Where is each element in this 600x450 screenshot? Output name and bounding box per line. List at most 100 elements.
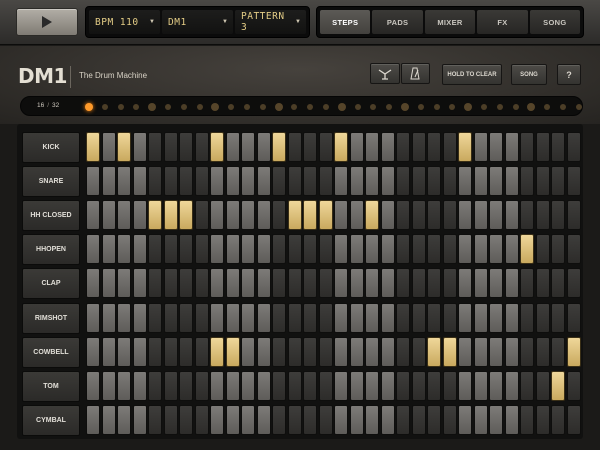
step-button[interactable] [551, 302, 565, 333]
step-button[interactable] [272, 166, 286, 197]
step-button[interactable] [241, 336, 255, 367]
step-button[interactable] [101, 370, 116, 401]
step-button[interactable] [380, 132, 395, 162]
step-button[interactable] [272, 370, 286, 401]
step-button[interactable] [132, 132, 147, 162]
step-button[interactable] [349, 234, 364, 265]
step-button[interactable] [163, 132, 178, 162]
step-button[interactable] [334, 132, 348, 162]
step-button[interactable] [148, 234, 162, 265]
track-label[interactable]: KICK [22, 132, 80, 163]
step-button[interactable] [318, 370, 333, 401]
step-button[interactable] [380, 370, 395, 401]
help-button[interactable]: ? [557, 64, 581, 85]
step-button[interactable] [179, 200, 193, 231]
step-button[interactable] [86, 370, 100, 401]
tab-fx[interactable]: FX [477, 10, 528, 34]
step-button[interactable] [520, 132, 534, 162]
step-button[interactable] [303, 404, 317, 435]
step-button[interactable] [256, 200, 271, 231]
step-button[interactable] [101, 132, 116, 162]
step-button[interactable] [566, 166, 581, 197]
step-button[interactable] [318, 234, 333, 265]
step-button[interactable] [535, 166, 550, 197]
step-button[interactable] [365, 404, 379, 435]
step-button[interactable] [566, 132, 581, 162]
step-button[interactable] [117, 336, 131, 367]
step-button[interactable] [520, 234, 534, 265]
step-button[interactable] [163, 302, 178, 333]
track-label[interactable]: CYMBAL [22, 404, 80, 436]
step-button[interactable] [566, 404, 581, 435]
step-button[interactable] [334, 200, 348, 231]
step-button[interactable] [287, 404, 302, 435]
step-button[interactable] [458, 370, 472, 401]
step-button[interactable] [520, 268, 534, 299]
step-button[interactable] [442, 132, 457, 162]
step-button[interactable] [318, 166, 333, 197]
step-button[interactable] [334, 234, 348, 265]
step-button[interactable] [551, 234, 565, 265]
step-button[interactable] [179, 404, 193, 435]
step-button[interactable] [334, 302, 348, 333]
step-button[interactable] [194, 370, 209, 401]
step-button[interactable] [566, 234, 581, 265]
step-button[interactable] [86, 200, 100, 231]
step-button[interactable] [256, 166, 271, 197]
tab-mixer[interactable]: MIXER [424, 10, 476, 34]
step-button[interactable] [473, 336, 488, 367]
step-button[interactable] [163, 200, 178, 231]
step-button[interactable] [489, 166, 503, 197]
step-button[interactable] [334, 268, 348, 299]
kit-display[interactable]: DM1 ▼ [162, 10, 233, 34]
step-button[interactable] [256, 268, 271, 299]
step-button[interactable] [163, 268, 178, 299]
step-button[interactable] [256, 234, 271, 265]
step-button[interactable] [179, 234, 193, 265]
step-button[interactable] [303, 302, 317, 333]
step-button[interactable] [473, 404, 488, 435]
step-button[interactable] [148, 404, 162, 435]
step-button[interactable] [194, 234, 209, 265]
step-button[interactable] [287, 234, 302, 265]
step-button[interactable] [241, 404, 255, 435]
step-button[interactable] [287, 166, 302, 197]
step-button[interactable] [225, 336, 240, 367]
step-button[interactable] [535, 370, 550, 401]
step-button[interactable] [504, 302, 519, 333]
step-button[interactable] [551, 166, 565, 197]
step-button[interactable] [287, 302, 302, 333]
step-button[interactable] [504, 200, 519, 231]
step-button[interactable] [86, 336, 100, 367]
step-button[interactable] [210, 302, 224, 333]
step-button[interactable] [489, 234, 503, 265]
step-button[interactable] [101, 200, 116, 231]
step-button[interactable] [396, 132, 410, 162]
step-button[interactable] [148, 166, 162, 197]
step-button[interactable] [442, 234, 457, 265]
step-button[interactable] [411, 370, 426, 401]
step-button[interactable] [287, 132, 302, 162]
step-button[interactable] [132, 404, 147, 435]
step-button[interactable] [380, 336, 395, 367]
step-button[interactable] [504, 166, 519, 197]
step-button[interactable] [101, 336, 116, 367]
step-button[interactable] [411, 234, 426, 265]
step-button[interactable] [132, 370, 147, 401]
step-button[interactable] [194, 268, 209, 299]
step-button[interactable] [458, 336, 472, 367]
step-button[interactable] [504, 404, 519, 435]
step-button[interactable] [148, 302, 162, 333]
step-button[interactable] [458, 234, 472, 265]
step-button[interactable] [163, 166, 178, 197]
step-button[interactable] [489, 370, 503, 401]
track-label[interactable]: SNARE [22, 166, 80, 198]
step-button[interactable] [427, 166, 441, 197]
step-button[interactable] [210, 336, 224, 367]
step-button[interactable] [318, 404, 333, 435]
step-button[interactable] [101, 404, 116, 435]
step-button[interactable] [551, 336, 565, 367]
step-button[interactable] [504, 336, 519, 367]
step-button[interactable] [117, 166, 131, 197]
step-button[interactable] [132, 302, 147, 333]
